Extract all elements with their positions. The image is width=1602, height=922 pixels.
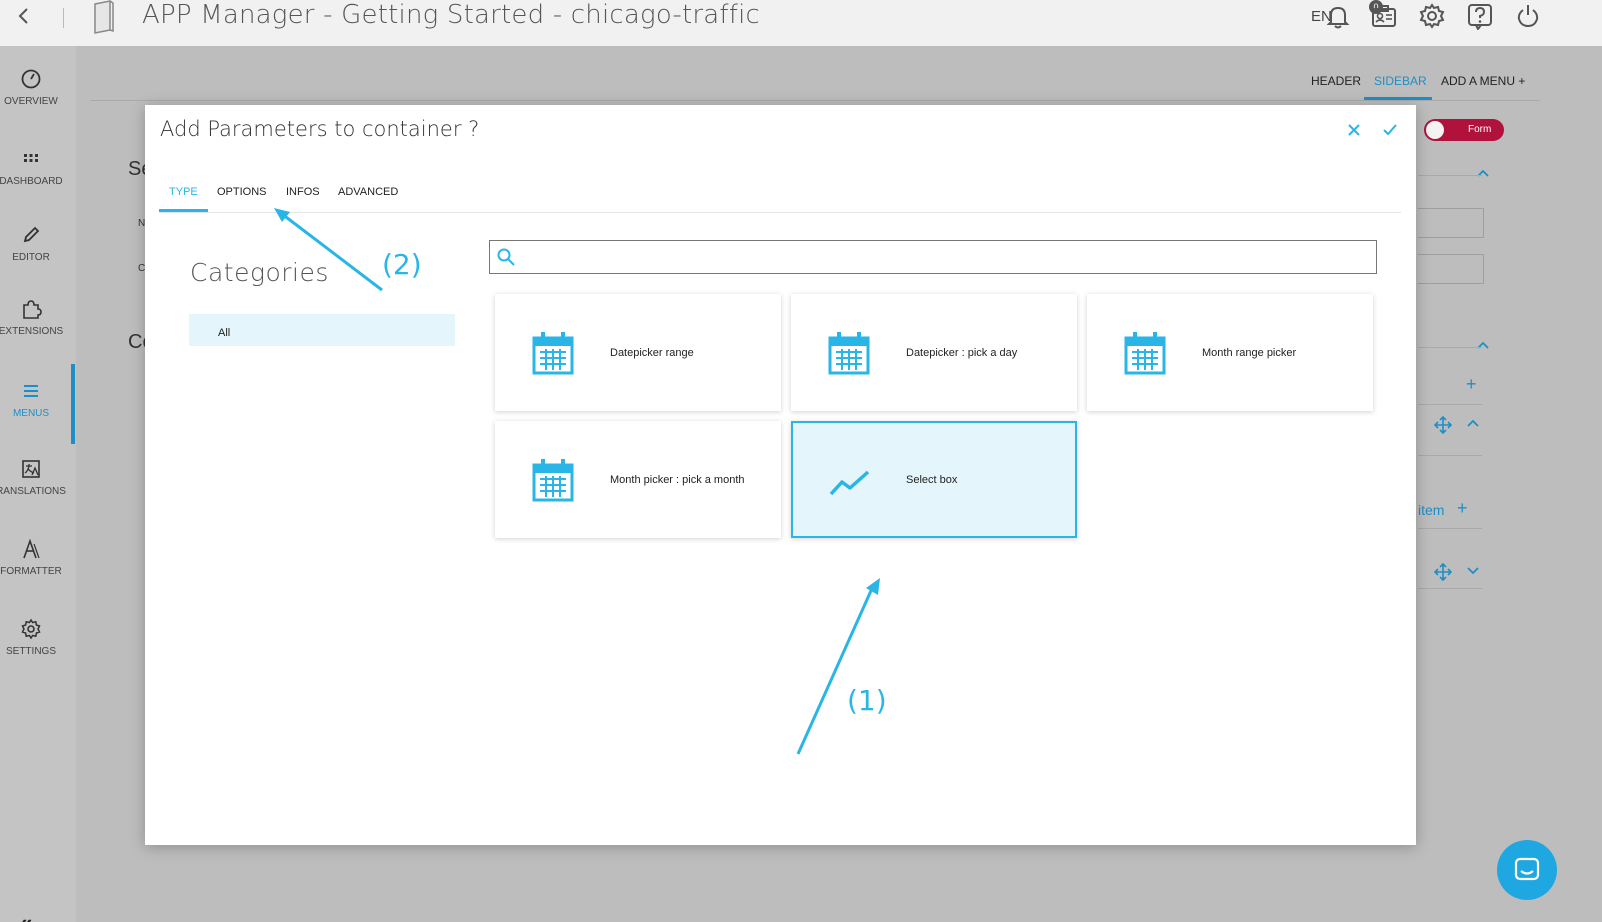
- formatter-icon: [23, 538, 40, 559]
- app-title: APP Manager - Getting Started - chicago-…: [142, 0, 761, 30]
- calendar-icon: [1124, 332, 1166, 375]
- pencil-icon: [23, 226, 40, 243]
- card-select-box[interactable]: Select box: [791, 421, 1077, 538]
- row-divider: [1418, 455, 1482, 456]
- add-parameters-dialog: Add Parameters to container ? TYPE OPTIO…: [145, 105, 1416, 845]
- move-icon[interactable]: [1434, 563, 1452, 581]
- add-icon[interactable]: +: [1457, 498, 1468, 519]
- search-input[interactable]: [524, 245, 1364, 269]
- calendar-icon: [532, 459, 574, 502]
- tab-add-a-menu-label: ADD A MENU: [1441, 74, 1516, 88]
- categories-heading: Categories: [190, 258, 329, 287]
- page-divider: [90, 100, 1540, 101]
- sidebar-item-label: OVERVIEW: [4, 96, 58, 107]
- chat-icon: [1514, 857, 1540, 881]
- bell-icon[interactable]: [1324, 2, 1352, 30]
- card-label: Select box: [906, 474, 958, 486]
- category-item-label: All: [218, 327, 231, 339]
- chevron-up-icon[interactable]: [1476, 168, 1490, 178]
- form-toggle[interactable]: Form: [1424, 119, 1504, 141]
- tab-add-a-menu[interactable]: ADD A MENU +: [1441, 74, 1525, 88]
- sidebar-item-label: SETTINGS: [5, 646, 56, 657]
- toolbar-divider: [63, 8, 64, 28]
- sidebar-item-translations[interactable]: RANSLATIONS: [0, 458, 76, 528]
- card-month-range-picker[interactable]: Month range picker: [1087, 294, 1373, 411]
- category-item-all[interactable]: All: [189, 314, 455, 346]
- sidebar-item-extensions[interactable]: EXTENSIONS: [0, 298, 76, 368]
- tab-type[interactable]: TYPE: [169, 186, 198, 198]
- search-icon: [497, 248, 515, 266]
- sidebar-active-indicator: [71, 364, 75, 444]
- app-book-icon: [94, 0, 114, 34]
- card-label: Datepicker : pick a day: [906, 347, 1018, 359]
- chat-support-button[interactable]: [1497, 840, 1557, 900]
- toggle-label: Form: [1468, 124, 1492, 135]
- annotation-label-2: (2): [382, 248, 422, 281]
- sidebar-item-settings[interactable]: SETTINGS: [0, 618, 76, 688]
- sidebar-item-label: MENUS: [12, 408, 50, 419]
- tab-divider: [159, 212, 1401, 213]
- close-icon[interactable]: [1345, 121, 1363, 139]
- id-card-icon[interactable]: [1370, 2, 1398, 30]
- sidebar-item-label: EXTENSIONS: [0, 326, 64, 337]
- annotation-label-1: (1): [847, 684, 887, 717]
- help-icon[interactable]: [1466, 2, 1494, 30]
- collapse-sidebar-button[interactable]: «: [20, 910, 32, 922]
- sidebar-item-label: EDITOR: [12, 252, 50, 263]
- sidebar-item-editor[interactable]: EDITOR: [0, 224, 76, 294]
- tab-infos[interactable]: INFOS: [286, 186, 320, 198]
- sidebar-item-label: FORMATTER: [0, 566, 62, 577]
- row-divider: [1418, 404, 1482, 405]
- top-bar: APP Manager - Getting Started - chicago-…: [0, 0, 1602, 46]
- tab-header[interactable]: HEADER: [1311, 74, 1361, 88]
- plus-icon: +: [1518, 74, 1526, 88]
- tab-advanced[interactable]: ADVANCED: [338, 186, 398, 198]
- sidebar-item-dashboard[interactable]: DASHBOARD: [0, 148, 76, 218]
- text-field-dimmed[interactable]: [1418, 208, 1484, 238]
- card-month-picker-pick-a-month[interactable]: Month picker : pick a month: [495, 421, 781, 538]
- row-divider: [1418, 175, 1482, 176]
- calendar-icon: [532, 332, 574, 375]
- back-arrow-icon[interactable]: [14, 6, 34, 26]
- sidebar-item-overview[interactable]: OVERVIEW: [0, 68, 76, 138]
- chevron-up-icon[interactable]: [1476, 340, 1490, 350]
- translate-icon: [22, 460, 40, 478]
- dialog-title: Add Parameters to container ?: [160, 117, 480, 141]
- puzzle-icon: [23, 300, 42, 319]
- add-icon[interactable]: +: [1466, 374, 1477, 395]
- row-divider: [1418, 528, 1482, 529]
- move-icon[interactable]: [1434, 416, 1452, 434]
- card-label: Month picker : pick a month: [610, 474, 745, 486]
- menu-icon: [24, 385, 38, 397]
- card-label: Datepicker range: [610, 347, 694, 359]
- add-item-link[interactable]: item: [1418, 502, 1444, 518]
- row-divider: [1418, 588, 1482, 589]
- line-chart-icon: [829, 470, 870, 496]
- gear-icon: [21, 618, 41, 640]
- tab-sidebar[interactable]: SIDEBAR: [1374, 74, 1427, 88]
- sidebar-item-formatter[interactable]: FORMATTER: [0, 538, 76, 608]
- tab-options[interactable]: OPTIONS: [217, 186, 267, 198]
- gauge-icon: [21, 69, 41, 89]
- sidebar-item-label: DASHBOARD: [0, 176, 63, 187]
- row-divider: [1418, 347, 1482, 348]
- card-label: Month range picker: [1202, 347, 1297, 359]
- check-icon[interactable]: [1381, 121, 1399, 139]
- card-datepicker-pick-a-day[interactable]: Datepicker : pick a day: [791, 294, 1077, 411]
- grid-icon: [24, 154, 38, 162]
- toggle-knob: [1426, 121, 1444, 139]
- sidebar: OVERVIEW DASHBOARD EDITOR EXTENSIONS MEN…: [0, 46, 76, 922]
- search-box: [489, 240, 1377, 274]
- calendar-icon: [828, 332, 870, 375]
- sidebar-item-menus[interactable]: MENUS: [0, 380, 76, 450]
- power-icon[interactable]: [1514, 2, 1542, 30]
- chevron-up-icon[interactable]: [1466, 418, 1480, 428]
- settings-gear-icon[interactable]: [1418, 2, 1446, 30]
- chevron-down-icon[interactable]: [1466, 566, 1480, 576]
- card-datepicker-range[interactable]: Datepicker range: [495, 294, 781, 411]
- sidebar-item-label: RANSLATIONS: [0, 486, 66, 497]
- text-field-dimmed[interactable]: [1418, 254, 1484, 284]
